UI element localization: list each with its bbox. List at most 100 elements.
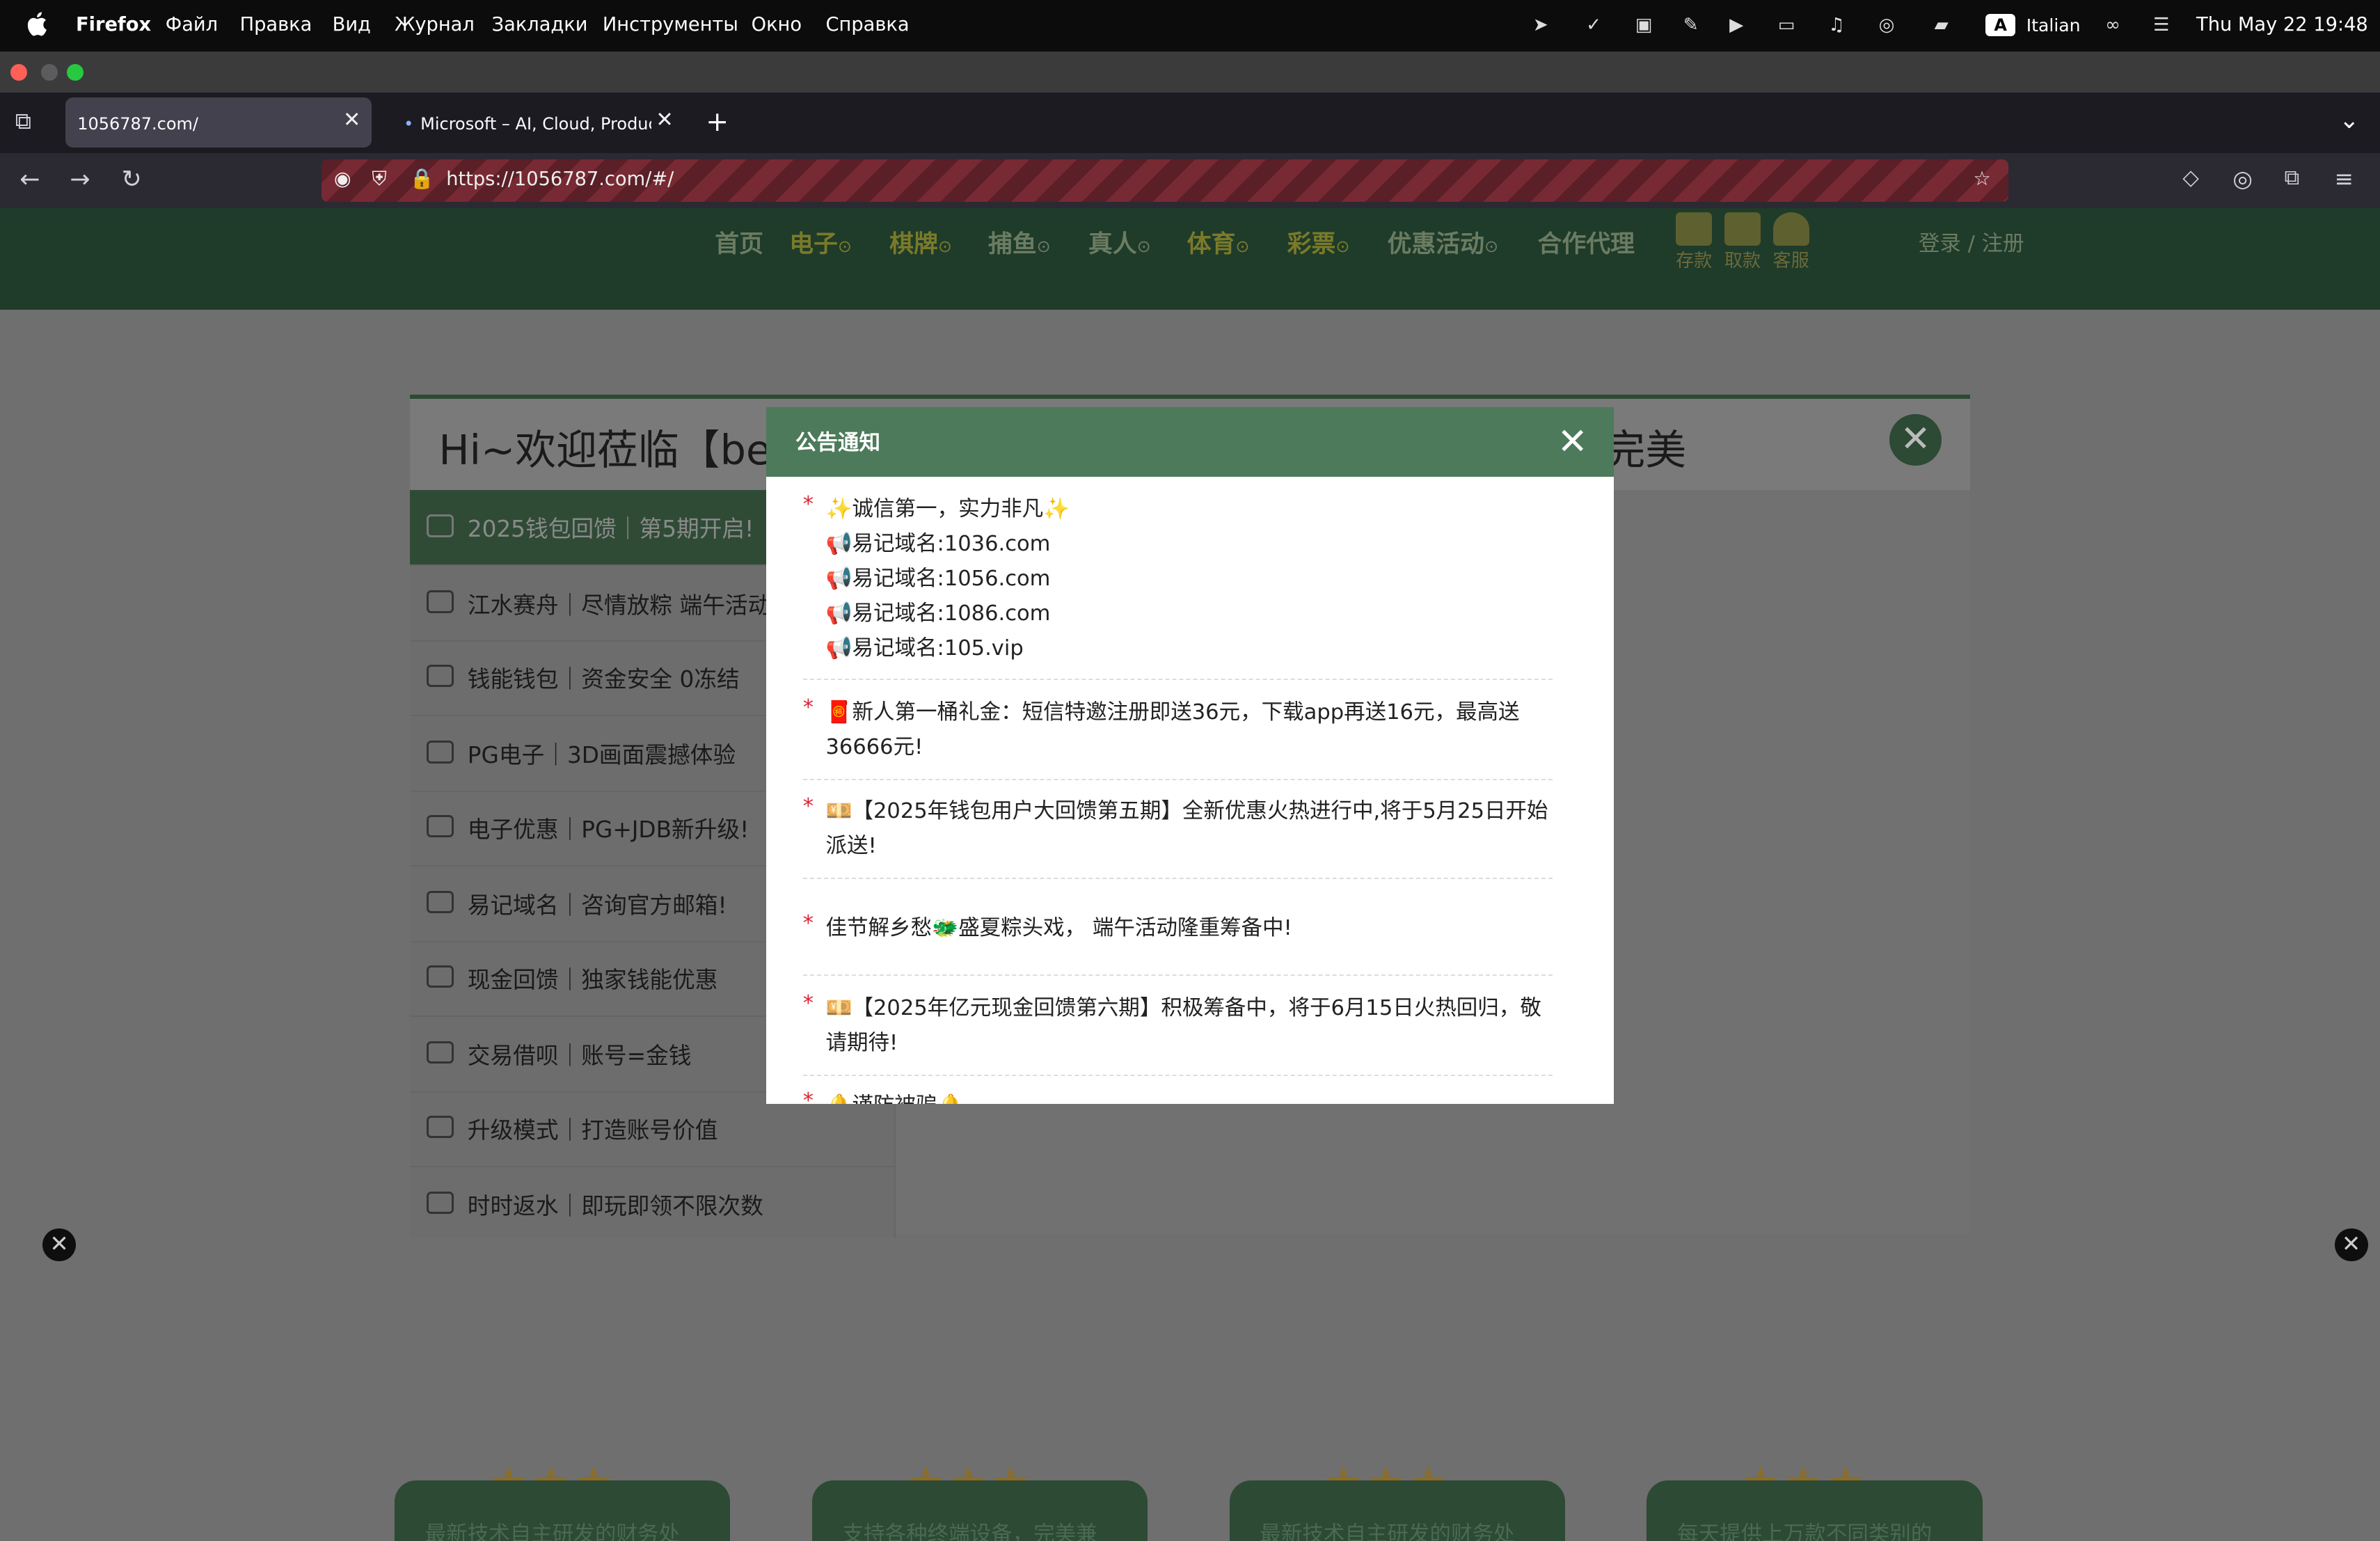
- nav-cards[interactable]: 棋牌⊙: [889, 225, 952, 260]
- deposit-label: 存款: [1675, 251, 1713, 272]
- nav-label: 捕鱼: [987, 230, 1037, 258]
- window-titlebar: [0, 52, 2380, 93]
- app-menu-firefox[interactable]: Firefox: [76, 14, 151, 35]
- bullet-star: *: [802, 991, 814, 1016]
- tab-microsoft[interactable]: • Microsoft – AI, Cloud, Productiv ✕: [395, 97, 683, 148]
- dropdown-icon: ⊙: [837, 236, 852, 256]
- nav-fishing[interactable]: 捕鱼⊙: [988, 225, 1051, 260]
- window-zoom-button[interactable]: [66, 63, 84, 81]
- lock-icon[interactable]: 🔒: [410, 167, 434, 190]
- url-bar[interactable]: ◉ ⛨ 🔒 https://1056787.com/#/ ☆: [322, 159, 2008, 203]
- menu-bookmarks[interactable]: Закладки: [492, 14, 588, 35]
- nav-promotions[interactable]: 优惠活动⊙: [1388, 225, 1499, 260]
- nav-sports[interactable]: 体育⊙: [1187, 225, 1250, 260]
- new-tab-button[interactable]: +: [706, 106, 729, 138]
- input-source-label[interactable]: Italian: [2026, 15, 2081, 35]
- tab-indicator-icon: •: [404, 113, 414, 134]
- app-menu-icon[interactable]: ≡: [2335, 166, 2354, 192]
- message-icon: [426, 814, 454, 838]
- window-close-button[interactable]: [10, 63, 28, 81]
- message-icon: [426, 965, 454, 988]
- input-source-icon[interactable]: A: [1985, 13, 2016, 37]
- notice-entry: * 🔔谨防被骗🔔: [803, 1089, 1553, 1104]
- reload-icon[interactable]: ↻: [121, 166, 141, 193]
- feature-text: 每天提供上万款不同类别的: [1677, 1522, 1933, 1541]
- window-icon[interactable]: ▭: [1773, 12, 1800, 39]
- tab-close-icon[interactable]: ✕: [656, 108, 674, 132]
- menu-history[interactable]: Журнал: [395, 14, 475, 35]
- notice-entry: * 💴【2025年亿元现金回馈第六期】积极筹备中，将于6月15日火热回归，敬请期…: [802, 991, 1553, 1077]
- menu-edit[interactable]: Правка: [240, 14, 312, 35]
- airpods-icon[interactable]: ♫: [1823, 12, 1850, 39]
- forward-icon[interactable]: →: [70, 166, 90, 193]
- tab-title: 1056787.com/: [77, 113, 198, 134]
- nav-lottery[interactable]: 彩票⊙: [1287, 225, 1350, 260]
- notice-line: 📢易记域名:1036.com: [825, 531, 1051, 556]
- extensions-icon[interactable]: ⧉: [2285, 166, 2300, 191]
- vpn-icon[interactable]: ✓: [1580, 12, 1608, 39]
- cat-app-icon[interactable]: ▣: [1631, 12, 1658, 39]
- nav-home[interactable]: 首页: [715, 225, 763, 260]
- pen-app-icon[interactable]: ✎: [1677, 12, 1704, 39]
- nav-slots[interactable]: 电子⊙: [789, 225, 852, 260]
- bullet-star: *: [802, 910, 814, 935]
- notice-entry: * 💴【2025年钱包用户大回馈第五期】全新优惠火热进行中,将于5月25日开始派…: [802, 794, 1553, 879]
- control-center-icon[interactable]: ☰: [2148, 12, 2175, 39]
- withdraw-label: 取款: [1724, 251, 1761, 272]
- left-float-close-button[interactable]: ✕: [42, 1228, 77, 1262]
- feature-text: 支持各种终端设备，完美兼: [842, 1522, 1097, 1541]
- menubar-clock[interactable]: Thu May 22 19:48: [2196, 14, 2368, 35]
- menu-help[interactable]: Справка: [826, 14, 910, 35]
- message-icon: [426, 890, 454, 914]
- notice-line: 📢易记域名:105.vip: [825, 636, 1024, 661]
- account-icon[interactable]: ◎: [2232, 166, 2253, 192]
- bookmark-star-icon[interactable]: ☆: [1973, 167, 1990, 190]
- notice-line: 🧧新人第一桶礼金：短信特邀注册即送36元，下载app再送16元，最高送36666…: [825, 700, 1520, 760]
- support-label: 客服: [1772, 251, 1809, 272]
- menu-tools[interactable]: Инструменты: [603, 14, 738, 35]
- nav-label: 棋牌: [889, 230, 938, 258]
- tab-title: Microsoft – AI, Cloud, Productiv: [420, 113, 651, 134]
- login-register-link[interactable]: 登录 / 注册: [1919, 226, 2024, 257]
- notice-line: ✨诚信第一，实力非凡✨: [825, 496, 1070, 521]
- feature-card: 最新技术自主研发的财务处: [1229, 1480, 1565, 1541]
- nav-live[interactable]: 真人⊙: [1088, 225, 1151, 260]
- welcome-title: Hi~欢迎莅临【be: [438, 426, 772, 475]
- tab-close-icon[interactable]: ✕: [343, 108, 361, 132]
- tab-overview-icon[interactable]: ⧉: [15, 108, 31, 135]
- url-text[interactable]: https://1056787.com/#/: [446, 168, 674, 190]
- notice-entry: * 佳节解乡愁🐲盛夏粽头戏， 端午活动隆重筹备中!: [802, 910, 1553, 977]
- notice-line: 佳节解乡愁🐲盛夏粽头戏， 端午活动隆重筹备中!: [825, 915, 1292, 940]
- tab-active[interactable]: 1056787.com/ ✕: [65, 97, 372, 148]
- airdrop-icon[interactable]: ◎: [1873, 12, 1900, 39]
- support-button[interactable]: 客服: [1770, 212, 1812, 272]
- notice-line: 💴【2025年亿元现金回馈第六期】积极筹备中，将于6月15日火热回归，敬请期待!: [825, 996, 1541, 1056]
- menu-window[interactable]: Окно: [752, 14, 802, 35]
- menu-file[interactable]: Файл: [166, 14, 218, 35]
- window-minimize-button[interactable]: [40, 63, 58, 81]
- pocket-icon[interactable]: ◇: [2182, 166, 2198, 190]
- play-icon[interactable]: ▶: [1723, 12, 1750, 39]
- link-icon[interactable]: ∞: [2096, 12, 2129, 39]
- dropdown-icon: ⊙: [1136, 236, 1151, 256]
- apple-logo-icon[interactable]: [26, 12, 47, 36]
- menu-view[interactable]: Вид: [333, 14, 371, 35]
- withdraw-button[interactable]: 取款: [1721, 212, 1763, 272]
- shield-icon[interactable]: ⛨: [372, 167, 386, 191]
- message-icon: [426, 664, 454, 688]
- deposit-button[interactable]: 存款: [1673, 212, 1715, 272]
- sidebar-item[interactable]: 时时返水｜即玩即领不限次数: [410, 1167, 896, 1243]
- feature-card: 每天提供上万款不同类别的: [1647, 1480, 1983, 1541]
- private-browsing-icon: ◉: [333, 166, 351, 190]
- list-all-tabs-icon[interactable]: ⌄: [2339, 106, 2359, 134]
- nav-agent[interactable]: 合作代理: [1537, 225, 1635, 260]
- bullet-star: *: [802, 695, 814, 720]
- back-icon[interactable]: ←: [19, 166, 40, 193]
- notice-body[interactable]: * ✨诚信第一，实力非凡✨ 📢易记域名:1036.com 📢易记域名:1056.…: [766, 477, 1613, 1104]
- right-float-close-button[interactable]: ✕: [2334, 1228, 2368, 1262]
- dropdown-icon: ⊙: [1235, 236, 1250, 256]
- battery-icon[interactable]: ▰: [1923, 12, 1959, 39]
- telegram-icon[interactable]: ➤: [1527, 12, 1554, 39]
- notice-close-button[interactable]: ✕: [1557, 420, 1588, 463]
- welcome-close-button[interactable]: ✕: [1889, 413, 1942, 466]
